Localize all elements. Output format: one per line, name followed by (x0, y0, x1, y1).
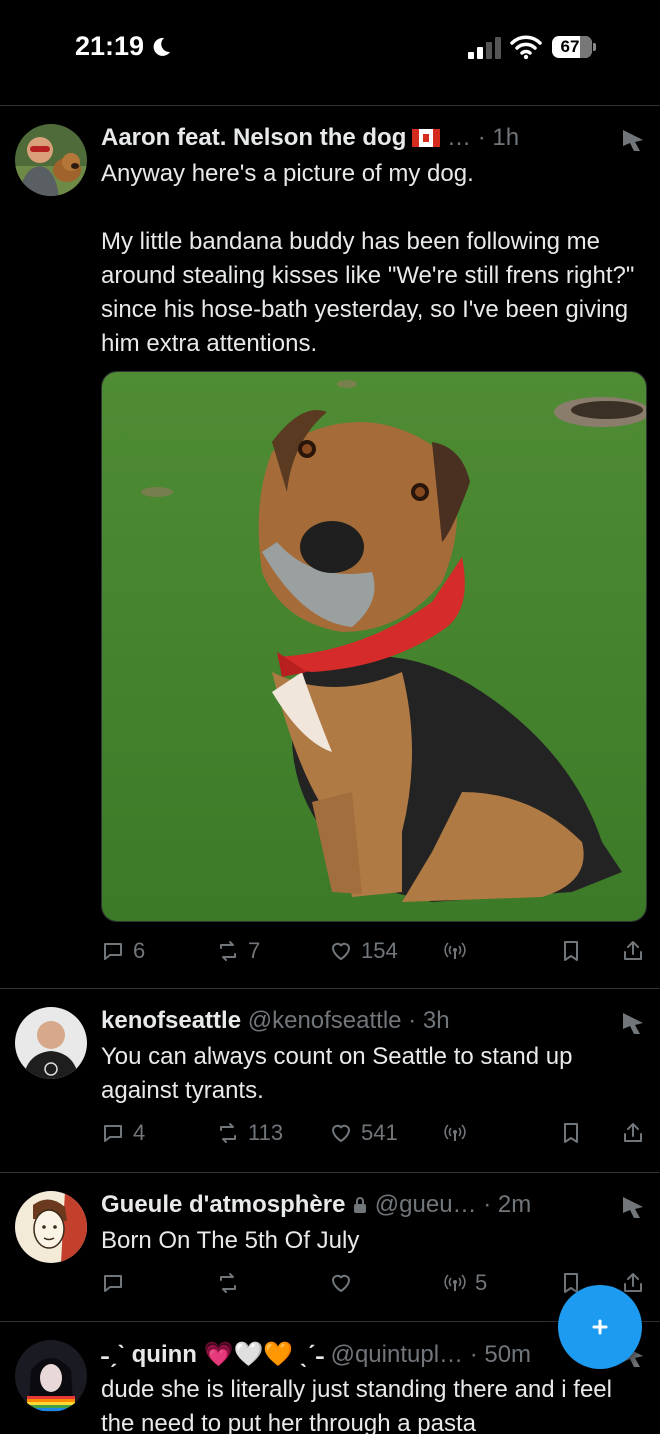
retweet-icon (220, 941, 236, 961)
grok-icon[interactable] (620, 1194, 646, 1220)
tweet-actions: 5 (101, 1268, 646, 1298)
dog-photo[interactable] (101, 371, 647, 922)
wifi-icon (510, 35, 542, 60)
display-name[interactable]: ˗ˏˋ quinn 💗🤍🧡 ˎˊ˗ (101, 1341, 324, 1368)
battery-indicator: 67 (552, 36, 596, 60)
tweet-text: dude she is literally just standing ther… (101, 1373, 646, 1434)
retweet-icon (220, 1123, 236, 1143)
retweet-count: 7 (248, 938, 261, 963)
like-button[interactable]: 154 (329, 936, 398, 966)
share-icon (624, 941, 642, 960)
bookmark-button[interactable] (559, 936, 583, 966)
avatar[interactable] (15, 1191, 87, 1263)
heart-icon (332, 1274, 350, 1292)
battery-level: 67 (560, 37, 580, 56)
heart-icon (332, 942, 350, 960)
status-time: 21:19 (75, 31, 145, 61)
like-count: 541 (361, 1120, 398, 1145)
reply-icon (104, 1125, 122, 1142)
tweet[interactable]: kenofseattle @kenofseattle · 3h You can … (0, 989, 660, 1172)
like-button[interactable]: 541 (329, 1118, 398, 1148)
handle-and-time: @quintupl… · 50m (330, 1341, 532, 1368)
views-button[interactable] (443, 1118, 475, 1148)
handle-and-time: … · 1h (447, 124, 520, 151)
share-icon (624, 1273, 642, 1292)
reply-count: 6 (133, 938, 146, 963)
dog-image (102, 372, 646, 921)
retweet-button[interactable]: 7 (216, 936, 260, 966)
reply-button[interactable]: 6 (101, 936, 145, 966)
handle-and-time: @kenofseattle · 3h (247, 1007, 450, 1034)
avatar[interactable] (15, 1340, 87, 1412)
plus-icon (592, 1319, 608, 1335)
lock-icon (354, 1197, 367, 1213)
display-name[interactable]: Aaron feat. Nelson the dog (101, 124, 406, 151)
moon-icon (153, 37, 170, 56)
reply-icon (104, 943, 122, 960)
share-button[interactable] (621, 1118, 645, 1148)
reply-count: 4 (133, 1120, 146, 1145)
canada-flag-icon (412, 129, 441, 147)
views-icon (444, 942, 466, 959)
reply-button[interactable] (101, 1268, 125, 1298)
views-icon (444, 1124, 466, 1141)
tweet-paragraph: You can always count on Seattle to stand… (101, 1043, 573, 1104)
reply-icon (104, 1275, 122, 1292)
tweet-paragraph: Born On The 5th Of July (101, 1227, 360, 1254)
tweet-actions: 6 7 154 (101, 936, 646, 966)
display-name[interactable]: Gueule d'atmosphère (101, 1191, 345, 1218)
tweet-text: Born On The 5th Of July (101, 1224, 646, 1258)
handle-and-time: @gueu… · 2m (374, 1191, 532, 1218)
tweet-actions: 4 113 541 (101, 1118, 646, 1148)
retweet-count: 113 (248, 1120, 284, 1145)
like-button[interactable] (329, 1268, 353, 1298)
compose-button[interactable] (558, 1285, 642, 1369)
tweet[interactable]: Gueule d'atmosphère @gueu… · 2m Born On … (0, 1173, 660, 1321)
grok-icon[interactable] (620, 127, 646, 153)
avatar[interactable] (15, 1007, 87, 1079)
status-bar: 21:19 67 (0, 0, 660, 100)
tweet-paragraph: dude she is literally just standing ther… (101, 1376, 612, 1434)
heart-icon (332, 1124, 350, 1142)
display-name[interactable]: kenofseattle (101, 1007, 241, 1034)
tweet-paragraph: Anyway here's a picture of my dog. (101, 160, 474, 187)
grok-icon[interactable] (620, 1010, 646, 1036)
views-button[interactable]: 5 (443, 1268, 487, 1298)
tweet-text: Anyway here's a picture of my dog. My li… (101, 157, 646, 361)
retweet-icon (220, 1273, 236, 1293)
tweet-paragraph: My little bandana buddy has been followi… (101, 228, 635, 357)
retweet-button[interactable]: 113 (216, 1118, 283, 1148)
cellular-signal-icon (468, 37, 501, 59)
bookmark-button[interactable] (559, 1118, 583, 1148)
views-count: 5 (475, 1270, 488, 1295)
tweet-text: You can always count on Seattle to stand… (101, 1040, 646, 1108)
retweet-button[interactable] (216, 1268, 240, 1298)
views-icon (444, 1274, 466, 1291)
avatar[interactable] (15, 124, 87, 196)
share-button[interactable] (621, 936, 645, 966)
bookmark-icon (564, 1123, 578, 1143)
views-button[interactable] (443, 936, 475, 966)
like-count: 154 (361, 938, 398, 963)
tweet[interactable]: Aaron feat. Nelson the dog … · 1h Anyway… (0, 106, 660, 988)
share-icon (624, 1123, 642, 1142)
bookmark-icon (564, 941, 578, 961)
reply-button[interactable]: 4 (101, 1118, 145, 1148)
